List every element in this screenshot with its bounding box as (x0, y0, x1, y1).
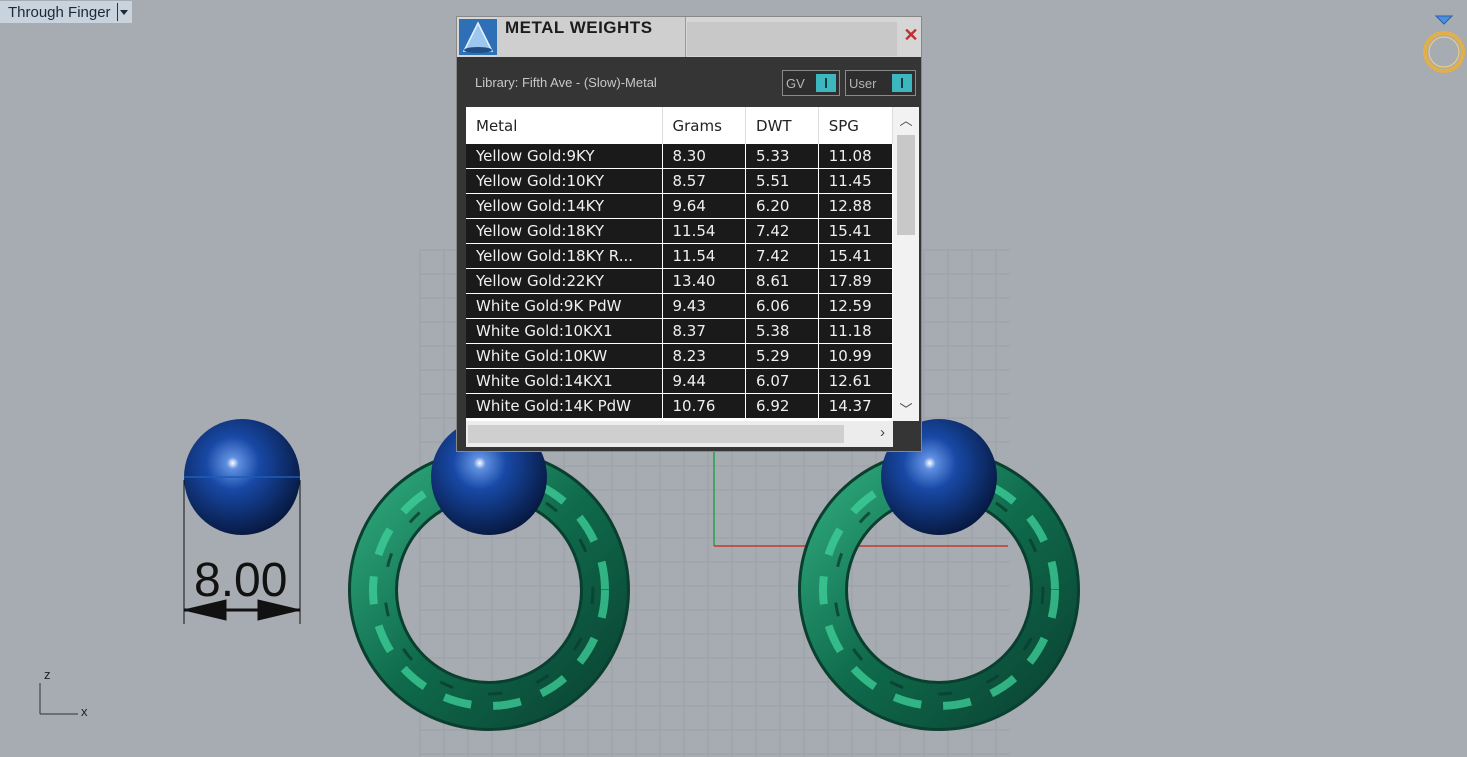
table-cell: 8.61 (745, 268, 819, 294)
metal-weights-dialog[interactable]: METAL WEIGHTS ✕ Library: Fifth Ave - (Sl… (456, 16, 922, 452)
scroll-up-icon[interactable]: ︿ (893, 110, 919, 129)
table-row[interactable]: Yellow Gold:22KY 13.40 8.61 17.89 (466, 268, 893, 294)
table-cell: 15.41 (818, 218, 893, 244)
axis-z-label: z (44, 667, 51, 682)
close-icon[interactable]: ✕ (903, 25, 919, 46)
title-strip (687, 22, 897, 56)
table-cell: 5.29 (745, 343, 819, 369)
table-row[interactable]: White Gold:14K PdW 10.76 6.92 14.37 (466, 393, 893, 419)
table-cell: 11.08 (818, 144, 893, 169)
table-cell: Yellow Gold:14KY (466, 193, 663, 219)
table-cell: 10.99 (818, 343, 893, 369)
user-toggle-label: User (849, 75, 877, 91)
table-cell: 13.40 (662, 268, 747, 294)
table-cell: White Gold:10KX1 (466, 318, 663, 344)
table-cell: 8.23 (662, 343, 747, 369)
table-row[interactable]: White Gold:10KW 8.23 5.29 10.99 (466, 343, 893, 369)
axis-x-label: x (81, 704, 88, 719)
table-cell: 11.54 (662, 243, 747, 269)
table-cell: 10.76 (662, 393, 747, 419)
scroll-thumb-horizontal[interactable] (468, 425, 844, 443)
table-cell: 5.33 (745, 144, 819, 169)
table-row[interactable]: Yellow Gold:18KY 11.54 7.42 15.41 (466, 218, 893, 244)
chevron-down-icon[interactable] (116, 3, 128, 21)
table-header: Metal Grams DWT SPG (466, 107, 893, 144)
table-cell: 12.88 (818, 193, 893, 219)
logo-icon (459, 19, 497, 55)
table-cell: Yellow Gold:10KY (466, 168, 663, 194)
metal-weights-table[interactable]: Metal Grams DWT SPG Yellow Gold:9KY 8.30 5.33… (466, 107, 893, 421)
gv-toggle-label: GV (786, 75, 805, 91)
table-cell: 11.54 (662, 218, 747, 244)
table-cell: 5.51 (745, 168, 819, 194)
column-header-metal[interactable]: Metal (466, 107, 663, 144)
table-cell: 8.37 (662, 318, 747, 344)
toggle-switch-icon (892, 74, 912, 92)
scroll-thumb[interactable] (897, 135, 915, 235)
table-cell: 5.38 (745, 318, 819, 344)
table-cell: 6.06 (745, 293, 819, 319)
toggle-switch-icon (816, 74, 836, 92)
table-row[interactable]: White Gold:14KX1 9.44 6.07 12.61 (466, 368, 893, 394)
table-row[interactable]: Yellow Gold:14KY 9.64 6.20 12.88 (466, 193, 893, 219)
table-cell: 17.89 (818, 268, 893, 294)
table-cell: 8.57 (662, 168, 747, 194)
table-cell: 7.42 (745, 218, 819, 244)
dimension-value: 8.00 (194, 554, 288, 607)
column-header-spg[interactable]: SPG (818, 107, 893, 144)
table-cell: 9.43 (662, 293, 747, 319)
table-row[interactable]: White Gold:9K PdW 9.43 6.06 12.59 (466, 293, 893, 319)
table-cell: 12.59 (818, 293, 893, 319)
table-cell: 11.18 (818, 318, 893, 344)
table-cell: White Gold:14K PdW (466, 393, 663, 419)
dialog-titlebar[interactable]: METAL WEIGHTS ✕ (457, 17, 921, 57)
table-cell: Yellow Gold:22KY (466, 268, 663, 294)
dialog-title: METAL WEIGHTS (505, 18, 653, 37)
table-row[interactable]: Yellow Gold:9KY 8.30 5.33 11.08 (466, 144, 893, 169)
table-cell: 6.92 (745, 393, 819, 419)
column-header-dwt[interactable]: DWT (745, 107, 819, 144)
viewport-name-tab[interactable]: Through Finger (0, 1, 132, 23)
table-cell: Yellow Gold:18KY R... (466, 243, 663, 269)
table-cell: Yellow Gold:9KY (466, 144, 663, 169)
table-cell: Yellow Gold:18KY (466, 218, 663, 244)
table-cell: 9.44 (662, 368, 747, 394)
table-cell: 11.45 (818, 168, 893, 194)
table-cell: 6.20 (745, 193, 819, 219)
table-cell: White Gold:14KX1 (466, 368, 663, 394)
compass-ring-icon[interactable] (1422, 14, 1466, 78)
table-cell: 7.42 (745, 243, 819, 269)
vertical-scrollbar[interactable]: ︿ ﹀ (893, 107, 919, 421)
viewport-name-label: Through Finger (8, 3, 111, 21)
gv-toggle[interactable]: GV (782, 70, 840, 96)
table-cell: 6.07 (745, 368, 819, 394)
table-row[interactable]: Yellow Gold:10KY 8.57 5.51 11.45 (466, 168, 893, 194)
table-cell: 9.64 (662, 193, 747, 219)
user-toggle[interactable]: User (845, 70, 916, 96)
scroll-right-icon[interactable]: › (880, 424, 885, 441)
table-cell: White Gold:10KW (466, 343, 663, 369)
horizontal-scrollbar[interactable]: › (466, 421, 893, 447)
table-row[interactable]: White Gold:10KX1 8.37 5.38 11.18 (466, 318, 893, 344)
table-cell: 14.37 (818, 393, 893, 419)
library-label: Library: Fifth Ave - (Slow)-Metal (475, 75, 657, 90)
table-cell: 15.41 (818, 243, 893, 269)
table-row[interactable]: Yellow Gold:18KY R... 11.54 7.42 15.41 (466, 243, 893, 269)
scroll-down-icon[interactable]: ﹀ (893, 399, 919, 418)
table-cell: 8.30 (662, 144, 747, 169)
column-header-grams[interactable]: Grams (662, 107, 747, 144)
table-cell: 12.61 (818, 368, 893, 394)
table-cell: White Gold:9K PdW (466, 293, 663, 319)
